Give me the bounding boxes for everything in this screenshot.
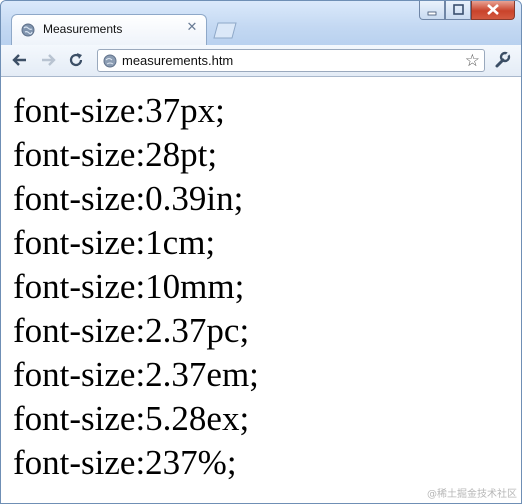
forward-arrow-icon[interactable] xyxy=(39,51,57,69)
wrench-icon[interactable] xyxy=(493,51,511,69)
watermark: @稀土掘金技术社区 xyxy=(427,489,517,500)
minimize-icon xyxy=(427,11,437,16)
minimize-button[interactable] xyxy=(419,1,445,20)
text-line: font-size:28pt; xyxy=(13,135,218,174)
bookmark-star-icon[interactable]: ☆ xyxy=(465,51,480,71)
maximize-button[interactable] xyxy=(445,1,471,20)
text-line: font-size:37px; xyxy=(13,91,225,130)
text-line: font-size:2.37em; xyxy=(13,355,259,394)
tab-title: Measurements xyxy=(43,22,123,36)
browser-window: Measurements ✕ measurements.htm ☆ font-s… xyxy=(0,0,522,504)
close-window-button[interactable] xyxy=(471,1,515,20)
url-text[interactable]: measurements.htm xyxy=(122,53,233,68)
page-content: font-size:37px; font-size:28pt; font-siz… xyxy=(1,77,521,503)
back-arrow-icon[interactable] xyxy=(11,51,29,69)
maximize-icon xyxy=(453,4,464,15)
close-tab-icon[interactable]: ✕ xyxy=(185,21,199,35)
text-line: font-size:10mm; xyxy=(13,267,245,306)
page-icon xyxy=(103,54,117,68)
title-bar: Measurements ✕ xyxy=(1,1,521,46)
toolbar: measurements.htm ☆ xyxy=(1,45,521,77)
new-tab-button[interactable] xyxy=(211,21,239,39)
address-bar[interactable]: measurements.htm ☆ xyxy=(97,49,485,72)
close-icon xyxy=(487,4,499,15)
text-line: font-size:0.39in; xyxy=(13,179,244,218)
text-line: font-size:5.28ex; xyxy=(13,399,250,438)
text-line: font-size:2.37pc; xyxy=(13,311,250,350)
browser-tab[interactable]: Measurements ✕ xyxy=(11,14,207,46)
text-line: font-size:1cm; xyxy=(13,223,216,262)
reload-icon[interactable] xyxy=(67,51,85,69)
globe-icon xyxy=(21,23,35,37)
text-line: font-size:237%; xyxy=(13,443,237,482)
